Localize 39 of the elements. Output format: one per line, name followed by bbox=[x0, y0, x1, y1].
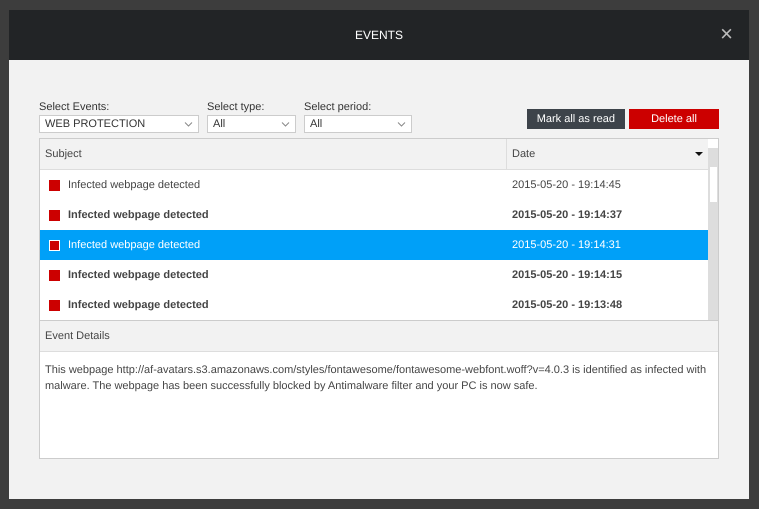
event-description: This webpage http://af-avatars.s3.amazonaws.com/styles/fontawesome/fontawesome-webfont.woff?v=4.0.3 is identified as infected with malware. The webpage has been successfully blocked by Antimalware filter and your PC is now safe. bbox=[44, 363, 708, 394]
delete-button[interactable]: Delete all bbox=[629, 109, 719, 129]
column-header[interactable]: Date bbox=[507, 139, 708, 169]
dropdown[interactable]: All bbox=[207, 115, 296, 133]
event-subject: Infected webpage detected bbox=[68, 269, 209, 281]
event-row[interactable]: Infected webpage detected 2015-05-20 - 19:13:48 bbox=[40, 290, 708, 320]
filter-label: Select type: bbox=[207, 101, 266, 113]
event-row[interactable]: Infected webpage detected 2015-05-20 - 19:14:45 bbox=[40, 170, 708, 200]
event-date: 2015-05-20 - 19:14:45 bbox=[511, 179, 621, 191]
alert-icon bbox=[49, 300, 60, 310]
chevron-down-icon bbox=[281, 122, 290, 126]
event-row[interactable]: Infected webpage detected 2015-05-20 - 19:14:37 bbox=[40, 200, 708, 230]
chevron-down-icon bbox=[184, 122, 193, 126]
close-button[interactable]: × bbox=[720, 23, 733, 45]
filter-label: Select period: bbox=[304, 101, 372, 113]
dropdown[interactable]: All bbox=[304, 115, 412, 133]
mark-read-button[interactable]: Mark all as read bbox=[526, 109, 625, 129]
event-subject: Infected webpage detected bbox=[68, 299, 209, 311]
dropdown[interactable]: WEB PROTECTION bbox=[39, 115, 199, 133]
event-subject: Infected webpage detected bbox=[68, 179, 200, 191]
event-subject: Infected webpage detected bbox=[68, 239, 200, 251]
window-title: EVENTS bbox=[354, 28, 403, 42]
event-date: 2015-05-20 - 19:14:15 bbox=[511, 269, 622, 281]
event-date: 2015-05-20 - 19:14:31 bbox=[511, 239, 621, 251]
event-date: 2015-05-20 - 19:13:48 bbox=[511, 299, 622, 311]
section-header: Event Details bbox=[40, 321, 718, 352]
filter-label: Select Events: bbox=[39, 101, 110, 113]
column-header[interactable]: Subject bbox=[40, 139, 507, 169]
sort-down-icon bbox=[695, 152, 703, 156]
scrollbar-thumb[interactable] bbox=[710, 167, 717, 202]
alert-icon bbox=[49, 240, 60, 250]
event-subject: Infected webpage detected bbox=[68, 209, 209, 221]
alert-icon bbox=[49, 210, 60, 220]
event-row[interactable]: Infected webpage detected 2015-05-20 - 19:14:15 bbox=[40, 260, 708, 290]
scrollbar[interactable] bbox=[708, 148, 718, 320]
alert-icon bbox=[49, 270, 60, 280]
chevron-down-icon bbox=[397, 122, 406, 126]
event-date: 2015-05-20 - 19:14:37 bbox=[511, 209, 622, 221]
alert-icon bbox=[49, 180, 60, 190]
